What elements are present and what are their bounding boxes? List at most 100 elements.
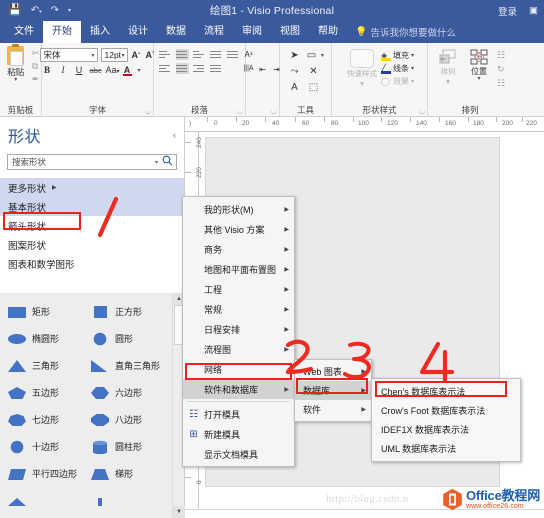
bold-button[interactable]: B	[42, 65, 53, 75]
align-right-icon[interactable]	[193, 63, 206, 74]
align-top-icon[interactable]	[159, 49, 172, 60]
shape-styles-dialog-launcher[interactable]: ◡	[419, 107, 425, 115]
rotate-icon[interactable]: ↻	[497, 64, 505, 75]
search-dropdown-icon[interactable]: ▾	[155, 159, 158, 166]
sign-in-button[interactable]: 登录	[498, 4, 517, 18]
superscript-icon[interactable]: A¹	[243, 50, 254, 59]
submenu-item-software[interactable]: 软件 ▶	[295, 400, 371, 419]
cut-icon[interactable]: ✂	[32, 48, 40, 59]
pointer-tool-icon[interactable]: ➤	[287, 49, 302, 62]
decrease-indent-icon[interactable]: ⇤	[257, 65, 268, 74]
bullets-icon[interactable]	[210, 49, 223, 60]
line-dropdown-icon[interactable]: ▾	[411, 65, 414, 72]
tab-help[interactable]: 帮助	[309, 21, 347, 43]
shape-item[interactable]: 平行四边形	[6, 460, 89, 487]
fill-button[interactable]: ◈ 填充 ▾	[380, 50, 414, 61]
menu-item-my-shapes[interactable]: 我的形状(M) ▶	[183, 199, 294, 219]
shape-item[interactable]: 圆形	[89, 325, 172, 352]
connector-tool-icon[interactable]: ⤳	[287, 65, 302, 78]
shape-item[interactable]: 五边形	[6, 379, 89, 406]
fill-dropdown-icon[interactable]: ▾	[411, 52, 414, 59]
format-painter-icon[interactable]: ✒	[32, 74, 40, 85]
line-button[interactable]: ╱ 线条 ▾	[380, 63, 414, 74]
arrange-dropdown-icon[interactable]: ▾	[446, 77, 450, 86]
tab-design[interactable]: 设计	[119, 21, 157, 43]
submenu-item-database[interactable]: 数据库 ▶	[295, 381, 371, 400]
menu-item-business[interactable]: 商务 ▶	[183, 239, 294, 259]
text-tool-icon[interactable]: A	[287, 81, 302, 94]
menu-item-network[interactable]: 网络	[183, 359, 294, 379]
shape-item[interactable]: 正方形	[89, 298, 172, 325]
tab-view[interactable]: 视图	[271, 21, 309, 43]
text-direction-icon[interactable]: |||A	[243, 65, 254, 74]
paste-dropdown-icon[interactable]: ▾	[14, 77, 17, 83]
group-icon[interactable]: ☷	[497, 50, 505, 61]
menu-item-general[interactable]: 常规 ▶	[183, 299, 294, 319]
submenu-item-uml-notation[interactable]: UML 数据库表示法	[372, 439, 520, 458]
paste-button[interactable]: 粘贴 ▾	[2, 44, 30, 83]
tab-insert[interactable]: 插入	[81, 21, 119, 43]
rectangle-tool-icon[interactable]: ▭	[304, 49, 319, 62]
font-dialog-launcher[interactable]: ◡	[145, 107, 151, 115]
font-name-combo[interactable]: 宋体 ▾	[39, 48, 98, 62]
copy-icon[interactable]: ⧉	[32, 61, 40, 72]
collapse-panel-icon[interactable]: ‹	[173, 130, 176, 140]
underline-button[interactable]: U	[74, 65, 85, 75]
menu-item-open-stencil[interactable]: ☷ 打开模具	[183, 404, 294, 424]
tab-data[interactable]: 数据	[157, 21, 195, 43]
effects-dropdown-icon[interactable]: ▾	[411, 78, 414, 85]
italic-button[interactable]: I	[58, 65, 69, 75]
shape-item[interactable]	[6, 487, 89, 514]
menu-item-flowchart[interactable]: 流程图 ▶	[183, 339, 294, 359]
shape-item[interactable]: 圆柱形	[89, 433, 172, 460]
menu-item-software-and-database[interactable]: 软件和数据库 ▶	[183, 379, 294, 399]
submenu-item-crows-foot-notation[interactable]: Crow's Foot 数据库表示法	[372, 401, 520, 420]
menu-item-schedule[interactable]: 日程安排 ▶	[183, 319, 294, 339]
position-button[interactable]: 位置 ▾	[466, 49, 492, 82]
font-size-combo[interactable]: 12pt ▾	[100, 48, 128, 62]
shape-item[interactable]: 七边形	[6, 406, 89, 433]
menu-item-other-visio-solutions[interactable]: 其他 Visio 方案 ▶	[183, 219, 294, 239]
quick-styles-button[interactable]: 快速样式 ▾	[345, 49, 379, 88]
search-shapes-input[interactable]: 搜索形状 ▾	[7, 154, 177, 170]
numbering-icon[interactable]	[227, 49, 240, 60]
tell-me-box[interactable]: 💡 告诉我你想要做什么	[347, 25, 456, 43]
scroll-down-button[interactable]: ▼	[173, 506, 185, 518]
tab-review[interactable]: 审阅	[233, 21, 271, 43]
quick-styles-dropdown-icon[interactable]: ▾	[360, 79, 364, 88]
menu-item-new-stencil[interactable]: ⊞ 新建模具	[183, 424, 294, 444]
connection-point-icon[interactable]: ✕	[306, 65, 321, 78]
justify-icon[interactable]	[210, 63, 223, 74]
menu-item-show-document-stencil[interactable]: 显示文档模具	[183, 444, 294, 464]
shape-item[interactable]: 直角三角形	[89, 352, 172, 379]
font-color-dropdown-icon[interactable]: ▾	[138, 67, 141, 74]
shape-item[interactable]: 八边形	[89, 406, 172, 433]
rectangle-tool-dropdown-icon[interactable]: ▾	[321, 52, 324, 59]
grow-font-icon[interactable]: A▵	[131, 50, 142, 60]
stencil-item-more-shapes[interactable]: 更多形状 ▶	[0, 178, 184, 197]
submenu-item-idef1x-notation[interactable]: IDEF1X 数据库表示法	[372, 420, 520, 439]
stencil-item-chart-math-shapes[interactable]: 图表和数学图形	[0, 254, 184, 273]
effects-button[interactable]: ◯ 效果 ▾	[381, 76, 414, 87]
shape-item[interactable]: 梯形	[89, 460, 172, 487]
window-controls-icon[interactable]: ▣	[529, 5, 538, 16]
shape-item[interactable]: 三角形	[6, 352, 89, 379]
change-case-button[interactable]: Aa▾	[106, 65, 120, 75]
shape-item[interactable]: 矩形	[6, 298, 89, 325]
align-bottom-icon[interactable]	[193, 49, 206, 60]
font-color-button[interactable]: A	[122, 65, 133, 76]
pointer-select-icon[interactable]: ⬚	[306, 81, 321, 94]
menu-item-engineering[interactable]: 工程 ▶	[183, 279, 294, 299]
stencil-item-basic-shapes[interactable]: 基本形状	[0, 197, 184, 216]
shape-item[interactable]: 六边形	[89, 379, 172, 406]
submenu-item-web-diagram[interactable]: Web 图表 ▶	[295, 362, 371, 381]
align-shapes-icon[interactable]: ☷	[497, 78, 505, 89]
position-dropdown-icon[interactable]: ▾	[477, 76, 480, 82]
tab-home[interactable]: 开始	[43, 21, 81, 43]
stencil-item-pattern-shapes[interactable]: 图案形状	[0, 235, 184, 254]
align-middle-icon[interactable]	[176, 49, 189, 60]
search-icon[interactable]	[162, 155, 173, 169]
paragraph-dialog-launcher[interactable]: ◡	[237, 107, 243, 115]
menu-item-maps-floor-plans[interactable]: 地图和平面布置图 ▶	[183, 259, 294, 279]
stencil-item-arrow-shapes[interactable]: 箭头形状	[0, 216, 184, 235]
